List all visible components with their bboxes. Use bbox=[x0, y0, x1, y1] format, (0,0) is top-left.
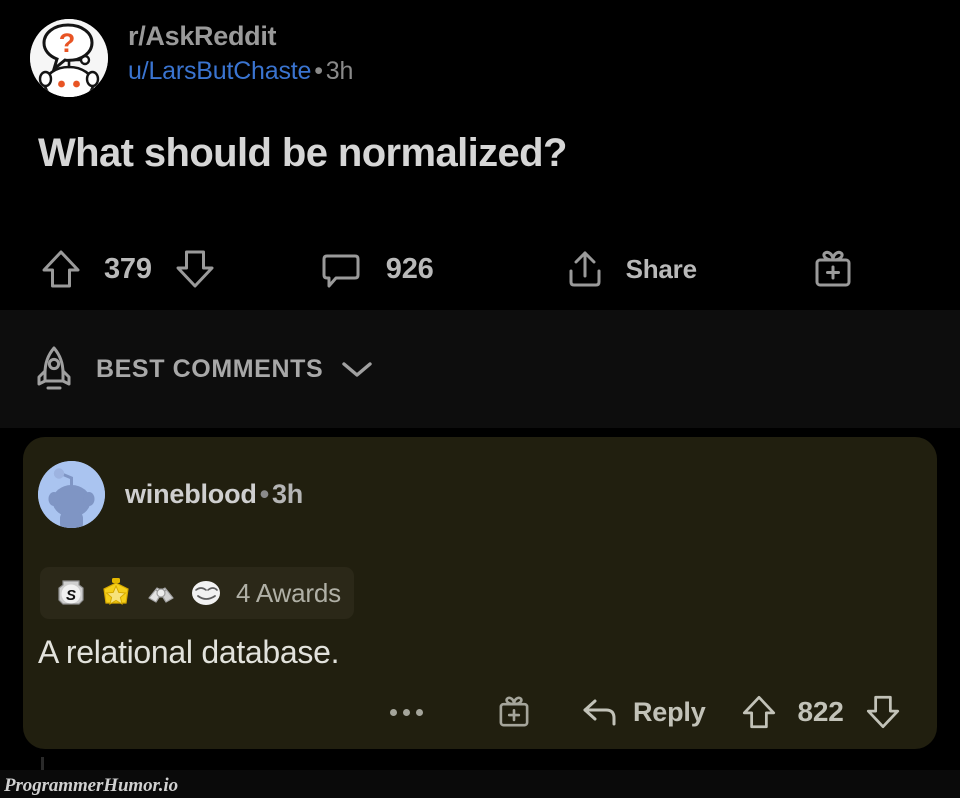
page-title: What should be normalized? bbox=[38, 131, 567, 175]
subreddit-avatar-icon[interactable]: ? bbox=[30, 19, 108, 97]
upvote-arrow-icon[interactable] bbox=[36, 244, 86, 294]
share-icon[interactable] bbox=[562, 246, 608, 292]
avatar[interactable] bbox=[38, 461, 105, 528]
comment-byline: wineblood • 3h bbox=[125, 479, 303, 510]
comments-sort-bar[interactable]: BEST COMMENTS bbox=[0, 310, 960, 428]
gift-award-icon[interactable] bbox=[809, 245, 857, 293]
gold-star-award-icon bbox=[98, 575, 134, 611]
watermark-label: ProgrammerHumor.io bbox=[4, 775, 178, 796]
comment-score: 822 bbox=[797, 696, 844, 727]
reddit-post-screenshot: ? r/AskReddit u/LarsButChaste • 3h What sh… bbox=[0, 0, 960, 798]
comment-byline-separator: • bbox=[259, 479, 269, 509]
comment-header: wineblood • 3h bbox=[38, 461, 303, 528]
gift-award-icon[interactable] bbox=[493, 691, 535, 733]
chevron-down-icon[interactable] bbox=[340, 358, 374, 380]
post-byline: u/LarsButChaste • 3h bbox=[128, 59, 353, 84]
subreddit-name[interactable]: r/AskReddit bbox=[128, 23, 353, 50]
byline-separator: • bbox=[314, 57, 323, 85]
sort-control[interactable]: BEST COMMENTS bbox=[30, 343, 374, 395]
svg-text:?: ? bbox=[59, 28, 76, 58]
post-author[interactable]: u/LarsButChaste bbox=[128, 57, 311, 85]
comment-age: 3h bbox=[271, 479, 304, 509]
comment-bubble-icon[interactable] bbox=[318, 246, 364, 292]
silver-award-icon: S bbox=[53, 575, 89, 611]
post-comments-group[interactable]: 926 bbox=[318, 246, 434, 292]
post-age: 3h bbox=[325, 57, 354, 85]
awards-count-label: 4 Awards bbox=[236, 577, 341, 608]
comment-body-text: A relational database. bbox=[38, 634, 340, 670]
reply-arrow-icon[interactable] bbox=[579, 693, 621, 731]
face-award-icon bbox=[188, 575, 224, 611]
post-vote-group: 379 bbox=[36, 244, 220, 294]
post-meta: r/AskReddit u/LarsButChaste • 3h bbox=[128, 19, 353, 84]
handshake-award-icon bbox=[143, 575, 179, 611]
upvote-arrow-icon[interactable] bbox=[736, 689, 782, 735]
post-header: ? r/AskReddit u/LarsButChaste • 3h bbox=[30, 19, 353, 97]
post-action-bar: 379 926 Share bbox=[36, 238, 857, 300]
reply-button[interactable]: Reply bbox=[579, 693, 706, 731]
comment-author[interactable]: wineblood bbox=[125, 479, 257, 509]
more-options-icon[interactable] bbox=[390, 708, 423, 716]
post-container: ? r/AskReddit u/LarsButChaste • 3h What sh… bbox=[0, 0, 960, 310]
reply-label: Reply bbox=[633, 696, 706, 727]
post-score: 379 bbox=[104, 252, 152, 285]
downvote-arrow-icon[interactable] bbox=[860, 689, 906, 735]
post-comment-count: 926 bbox=[385, 252, 434, 285]
share-button[interactable]: Share bbox=[562, 246, 697, 292]
awards-pill[interactable]: S 4 Awards bbox=[40, 567, 354, 619]
sort-label: BEST COMMENTS bbox=[96, 354, 324, 383]
share-label: Share bbox=[625, 253, 697, 284]
svg-text:S: S bbox=[66, 587, 76, 604]
comment-action-bar: Reply 822 bbox=[390, 686, 906, 738]
downvote-arrow-icon[interactable] bbox=[170, 244, 220, 294]
rocket-icon bbox=[30, 343, 78, 395]
